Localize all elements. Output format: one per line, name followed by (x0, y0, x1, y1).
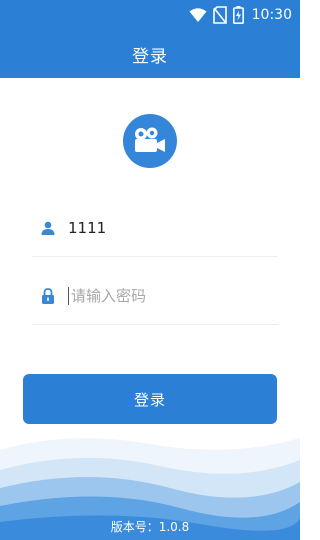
app-bar: 登录 (0, 30, 300, 78)
no-sim-icon (212, 6, 227, 24)
app-logo (123, 114, 177, 168)
username-value[interactable]: 1111 (68, 219, 106, 237)
status-time: 10:30 (251, 7, 292, 23)
username-field[interactable]: 1111 (32, 200, 278, 257)
video-camera-icon (135, 127, 165, 152)
password-field[interactable] (32, 268, 278, 325)
wifi-icon (189, 8, 207, 22)
battery-charging-icon (232, 6, 244, 24)
lock-icon (38, 286, 58, 306)
login-button[interactable]: 登录 (23, 374, 277, 424)
status-bar: 10:30 (0, 0, 300, 30)
page-title: 登录 (132, 46, 168, 67)
user-icon (38, 218, 58, 238)
version-label: 版本号：1.0.8 (110, 520, 190, 534)
status-icons: 10:30 (189, 5, 292, 25)
password-input[interactable] (68, 287, 261, 305)
